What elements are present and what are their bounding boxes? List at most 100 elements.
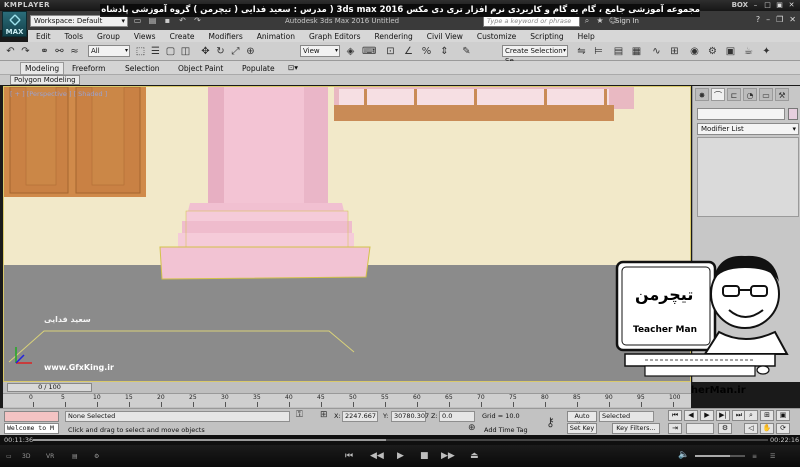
menu-tools[interactable]: Tools xyxy=(65,32,83,41)
z-coordinate[interactable]: 0.0 xyxy=(439,411,475,422)
modifier-list-dropdown[interactable]: Modifier List ▾ xyxy=(697,123,799,135)
add-time-tag[interactable]: Add Time Tag xyxy=(484,426,528,434)
zoom-icon[interactable]: ⌕ xyxy=(744,410,758,421)
kmplayer-mode-icon[interactable]: ▭ xyxy=(6,453,12,460)
select-object-icon[interactable]: ⬚ xyxy=(134,45,147,58)
play-pause-icon[interactable]: ▶ xyxy=(397,451,404,461)
search-icon[interactable]: ⌕ xyxy=(582,16,592,26)
kmplayer-vr-icon[interactable]: VR xyxy=(46,453,54,460)
seek-bar[interactable] xyxy=(33,439,768,441)
object-color-swatch[interactable] xyxy=(788,108,798,120)
layer-explorer-icon[interactable]: ▤ xyxy=(612,45,625,58)
schematic-view-icon[interactable]: ⊞ xyxy=(668,45,681,58)
zoom-all-icon[interactable]: ⊞ xyxy=(760,410,774,421)
mirror-icon[interactable]: ⇋ xyxy=(575,45,588,58)
tab-polygon-modeling[interactable]: Polygon Modeling xyxy=(10,75,80,85)
forward-icon[interactable]: ▶▶ xyxy=(441,451,455,461)
menu-create[interactable]: Create xyxy=(170,32,195,41)
menu-animation[interactable]: Animation xyxy=(257,32,295,41)
motion-tab-icon[interactable]: ◔ xyxy=(743,88,757,101)
material-editor-icon[interactable]: ◉ xyxy=(688,45,701,58)
tab-modeling[interactable]: Modeling xyxy=(20,62,65,75)
link-icon[interactable]: ⚭ xyxy=(38,45,51,58)
signin-link[interactable]: Sign In xyxy=(615,17,639,25)
undo-icon[interactable]: ↶ xyxy=(4,45,17,58)
display-tab-icon[interactable]: ▭ xyxy=(759,88,773,101)
named-selection-dropdown[interactable]: Create Selection Se ▾ xyxy=(502,45,568,65)
tab-object-paint[interactable]: Object Paint xyxy=(178,64,223,73)
key-mode-icon[interactable]: ⇥ xyxy=(668,423,682,434)
search-input[interactable]: Type a keyword or phrase xyxy=(483,16,580,27)
stop-icon[interactable]: ■ xyxy=(420,451,429,461)
bind-spacewarp-icon[interactable]: ≈ xyxy=(68,45,81,58)
menu-edit[interactable]: Edit xyxy=(36,32,51,41)
select-by-name-icon[interactable]: ☰ xyxy=(149,45,162,58)
y-coordinate[interactable]: 30780.307 xyxy=(391,411,429,422)
scale-icon[interactable]: ⤢ xyxy=(229,45,242,58)
volume-icon[interactable]: 🔈 xyxy=(678,450,689,460)
next-frame-icon[interactable]: ▶| xyxy=(716,410,730,421)
rectangular-selection-icon[interactable]: ▢ xyxy=(164,45,177,58)
pan-icon[interactable]: ✋ xyxy=(760,423,774,434)
zoom-extents-icon[interactable]: ▣ xyxy=(776,410,790,421)
menu-group[interactable]: Group xyxy=(97,32,120,41)
transform-mode-icon[interactable]: ⊞ xyxy=(320,410,328,420)
time-slider[interactable]: 0 / 100 xyxy=(7,383,92,392)
tab-populate[interactable]: Populate xyxy=(242,64,275,73)
menu-customize[interactable]: Customize xyxy=(477,32,516,41)
object-name-field[interactable] xyxy=(697,108,785,120)
hierarchy-tab-icon[interactable]: ⊏ xyxy=(727,88,741,101)
selection-filter-dropdown[interactable]: All ▾ xyxy=(88,45,130,57)
kmplayer-subtitle-icon[interactable]: ▤ xyxy=(72,453,78,460)
modify-tab-icon[interactable]: ⌒ xyxy=(711,88,725,101)
unlink-icon[interactable]: ⚯ xyxy=(53,45,66,58)
timeline-track[interactable]: 0 5 10 15 20 25 30 35 40 45 50 55 60 65 70 75 80 85 90 95 10… xyxy=(3,393,691,407)
snap-toggle-icon[interactable]: ⊡ xyxy=(384,45,397,58)
edit-named-selection-icon[interactable]: ✎ xyxy=(460,45,473,58)
ribbon-options-icon[interactable]: ⊡▾ xyxy=(288,63,298,72)
play-icon[interactable]: ▶ xyxy=(700,410,714,421)
spinner-snap-icon[interactable]: ⇕ xyxy=(438,45,451,58)
prev-icon[interactable]: ⏮ xyxy=(345,451,353,461)
align-icon[interactable]: ⊨ xyxy=(592,45,605,58)
key-selection-dropdown[interactable]: Selected xyxy=(599,411,654,422)
angle-snap-icon[interactable]: ∠ xyxy=(402,45,415,58)
time-tag-icon[interactable]: ⊕ xyxy=(468,423,476,433)
viewport-label[interactable]: [ + ] [Perspective ] [ Shaded ] xyxy=(10,90,107,98)
rendered-frame-icon[interactable]: ▣ xyxy=(724,45,737,58)
menu-views[interactable]: Views xyxy=(134,32,156,41)
close-icon[interactable]: ✕ xyxy=(787,1,796,9)
orbit-icon[interactable]: ⟳ xyxy=(776,423,790,434)
auto-key-button[interactable]: Auto Key xyxy=(567,411,597,429)
perspective-viewport[interactable]: [ + ] [Perspective ] [ Shaded ] سعید فدا… xyxy=(3,86,691,382)
goto-start-icon[interactable]: ⏮ xyxy=(668,410,682,421)
time-config-icon[interactable]: ⚙ xyxy=(718,423,732,434)
maxscript-listener-input[interactable]: Welcome to M xyxy=(4,423,59,434)
eject-icon[interactable]: ⏏ xyxy=(470,451,479,461)
curve-editor-icon[interactable]: ∿ xyxy=(650,45,663,58)
set-key-button[interactable]: Set Key xyxy=(567,423,597,434)
utilities-tab-icon[interactable]: ⚒ xyxy=(775,88,789,101)
x-coordinate[interactable]: 2247.667 xyxy=(342,411,378,422)
minimize-icon[interactable]: – xyxy=(766,15,770,24)
max-logo-button[interactable]: MAX xyxy=(2,11,27,37)
playlist-icon[interactable]: ☰ xyxy=(770,453,775,460)
key-icon[interactable]: ⚷ xyxy=(546,415,555,429)
menu-graph-editors[interactable]: Graph Editors xyxy=(309,32,361,41)
key-filters-button[interactable]: Key Filters... xyxy=(612,423,660,434)
menu-rendering[interactable]: Rendering xyxy=(374,32,412,41)
move-icon[interactable]: ✥ xyxy=(199,45,212,58)
restore-icon[interactable]: ❐ xyxy=(776,15,783,24)
kmplayer-box-label[interactable]: BOX xyxy=(732,0,748,11)
menu-modifiers[interactable]: Modifiers xyxy=(209,32,243,41)
render-setup-icon[interactable]: ⚙ xyxy=(706,45,719,58)
kmplayer-settings-icon[interactable]: ⚙ xyxy=(94,453,99,460)
fov-icon[interactable]: ◁ xyxy=(744,423,758,434)
window-crossing-icon[interactable]: ◫ xyxy=(179,45,192,58)
tab-selection[interactable]: Selection xyxy=(125,64,160,73)
rotate-icon[interactable]: ↻ xyxy=(214,45,227,58)
rewind-icon[interactable]: ◀◀ xyxy=(370,451,384,461)
tab-freeform[interactable]: Freeform xyxy=(72,64,105,73)
place-icon[interactable]: ⊕ xyxy=(244,45,257,58)
pivot-center-icon[interactable]: ◈ xyxy=(344,45,357,58)
